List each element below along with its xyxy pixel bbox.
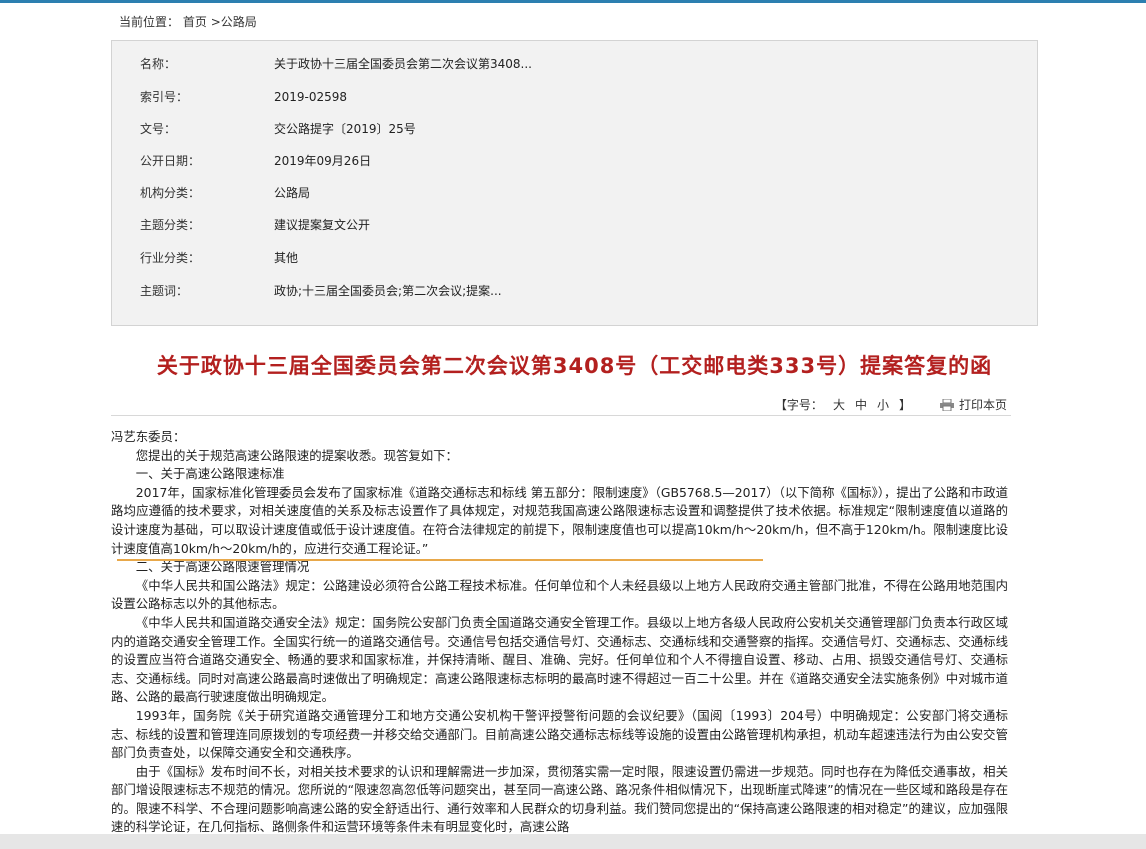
font-size-switcher: 【字号： 大中小】 [775,396,911,413]
font-size-small-button[interactable]: 小 [877,398,889,412]
body-paragraph: 《中华人民共和国道路交通安全法》规定：国务院公安部门负责全国道路交通安全管理工作… [111,614,1008,705]
meta-label: 公开日期： [140,154,201,168]
section-heading: 一、关于高速公路限速标准 [135,466,285,482]
printer-icon [939,399,954,411]
article-toolbar: 【字号： 大中小】 打印本页 [111,393,1011,416]
font-size-label: 【字号： [774,398,823,412]
breadcrumb-home-link[interactable]: 首页 [183,15,207,29]
meta-label: 机构分类： [140,186,201,200]
breadcrumb-current-link[interactable]: 公路局 [221,15,257,29]
print-page-button[interactable]: 打印本页 [939,396,1007,413]
meta-value: 2019年09月26日 [274,154,372,168]
meta-value: 政协;十三届全国委员会;第二次会议;提案... [274,284,502,298]
meta-value: 公路局 [274,186,311,200]
meta-label: 行业分类： [140,251,201,265]
meta-value: 交公路提字〔2019〕25号 [274,122,416,136]
document-title: 关于政协十三届全国委员会第二次会议第3408号（工交邮电类333号）提案答复的函 [156,354,993,378]
meta-label: 文号： [140,122,177,136]
breadcrumb-separator: > [210,15,221,29]
print-label: 打印本页 [958,398,1007,412]
meta-label: 主题词： [140,284,189,298]
meta-value: 建议提案复文公开 [274,218,371,232]
top-accent-line [0,0,1146,3]
meta-label: 名称： [140,57,177,71]
body-paragraph: 2017年，国家标准化管理委员会发布了国家标准《道路交通标志和标线 第五部分：限… [111,484,1008,556]
font-size-large-button[interactable]: 大 [833,398,845,412]
salutation: 冯艺东委员： [111,429,186,444]
body-paragraph: 《中华人民共和国公路法》规定：公路建设必须符合公路工程技术标准。任何单位和个人未… [111,577,1008,612]
meta-value: 关于政协十三届全国委员会第二次会议第3408... [274,57,532,71]
meta-value: 其他 [274,251,299,265]
breadcrumb-prefix: 当前位置： [119,15,180,29]
body-paragraph: 您提出的关于规范高速公路限速的提案收悉。现答复如下： [135,447,458,463]
font-size-medium-button[interactable]: 中 [855,398,867,412]
horizontal-scrollbar[interactable] [0,834,1146,849]
article-body: 冯艺东委员： 您提出的关于规范高速公路限速的提案收悉。现答复如下： 一、关于高速… [111,428,1008,837]
meta-label: 主题分类： [140,218,201,232]
meta-value: 2019-02598 [274,90,348,104]
breadcrumb: 当前位置： 首页 >公路局 [119,13,257,30]
body-paragraph: 1993年，国务院《关于研究道路交通管理分工和地方交通公安机构干警评授警衔问题的… [111,707,1008,761]
document-metadata-panel: 名称： 关于政协十三届全国委员会第二次会议第3408... 索引号： 2019-… [111,40,1038,326]
highlight-underline [117,559,763,561]
body-paragraph: 由于《国标》发布时间不长，对相关技术要求的认识和理解需进一步加深，贯彻落实需一定… [111,763,1008,835]
font-size-close-bracket: 】 [898,398,911,412]
meta-label: 索引号： [140,90,189,104]
